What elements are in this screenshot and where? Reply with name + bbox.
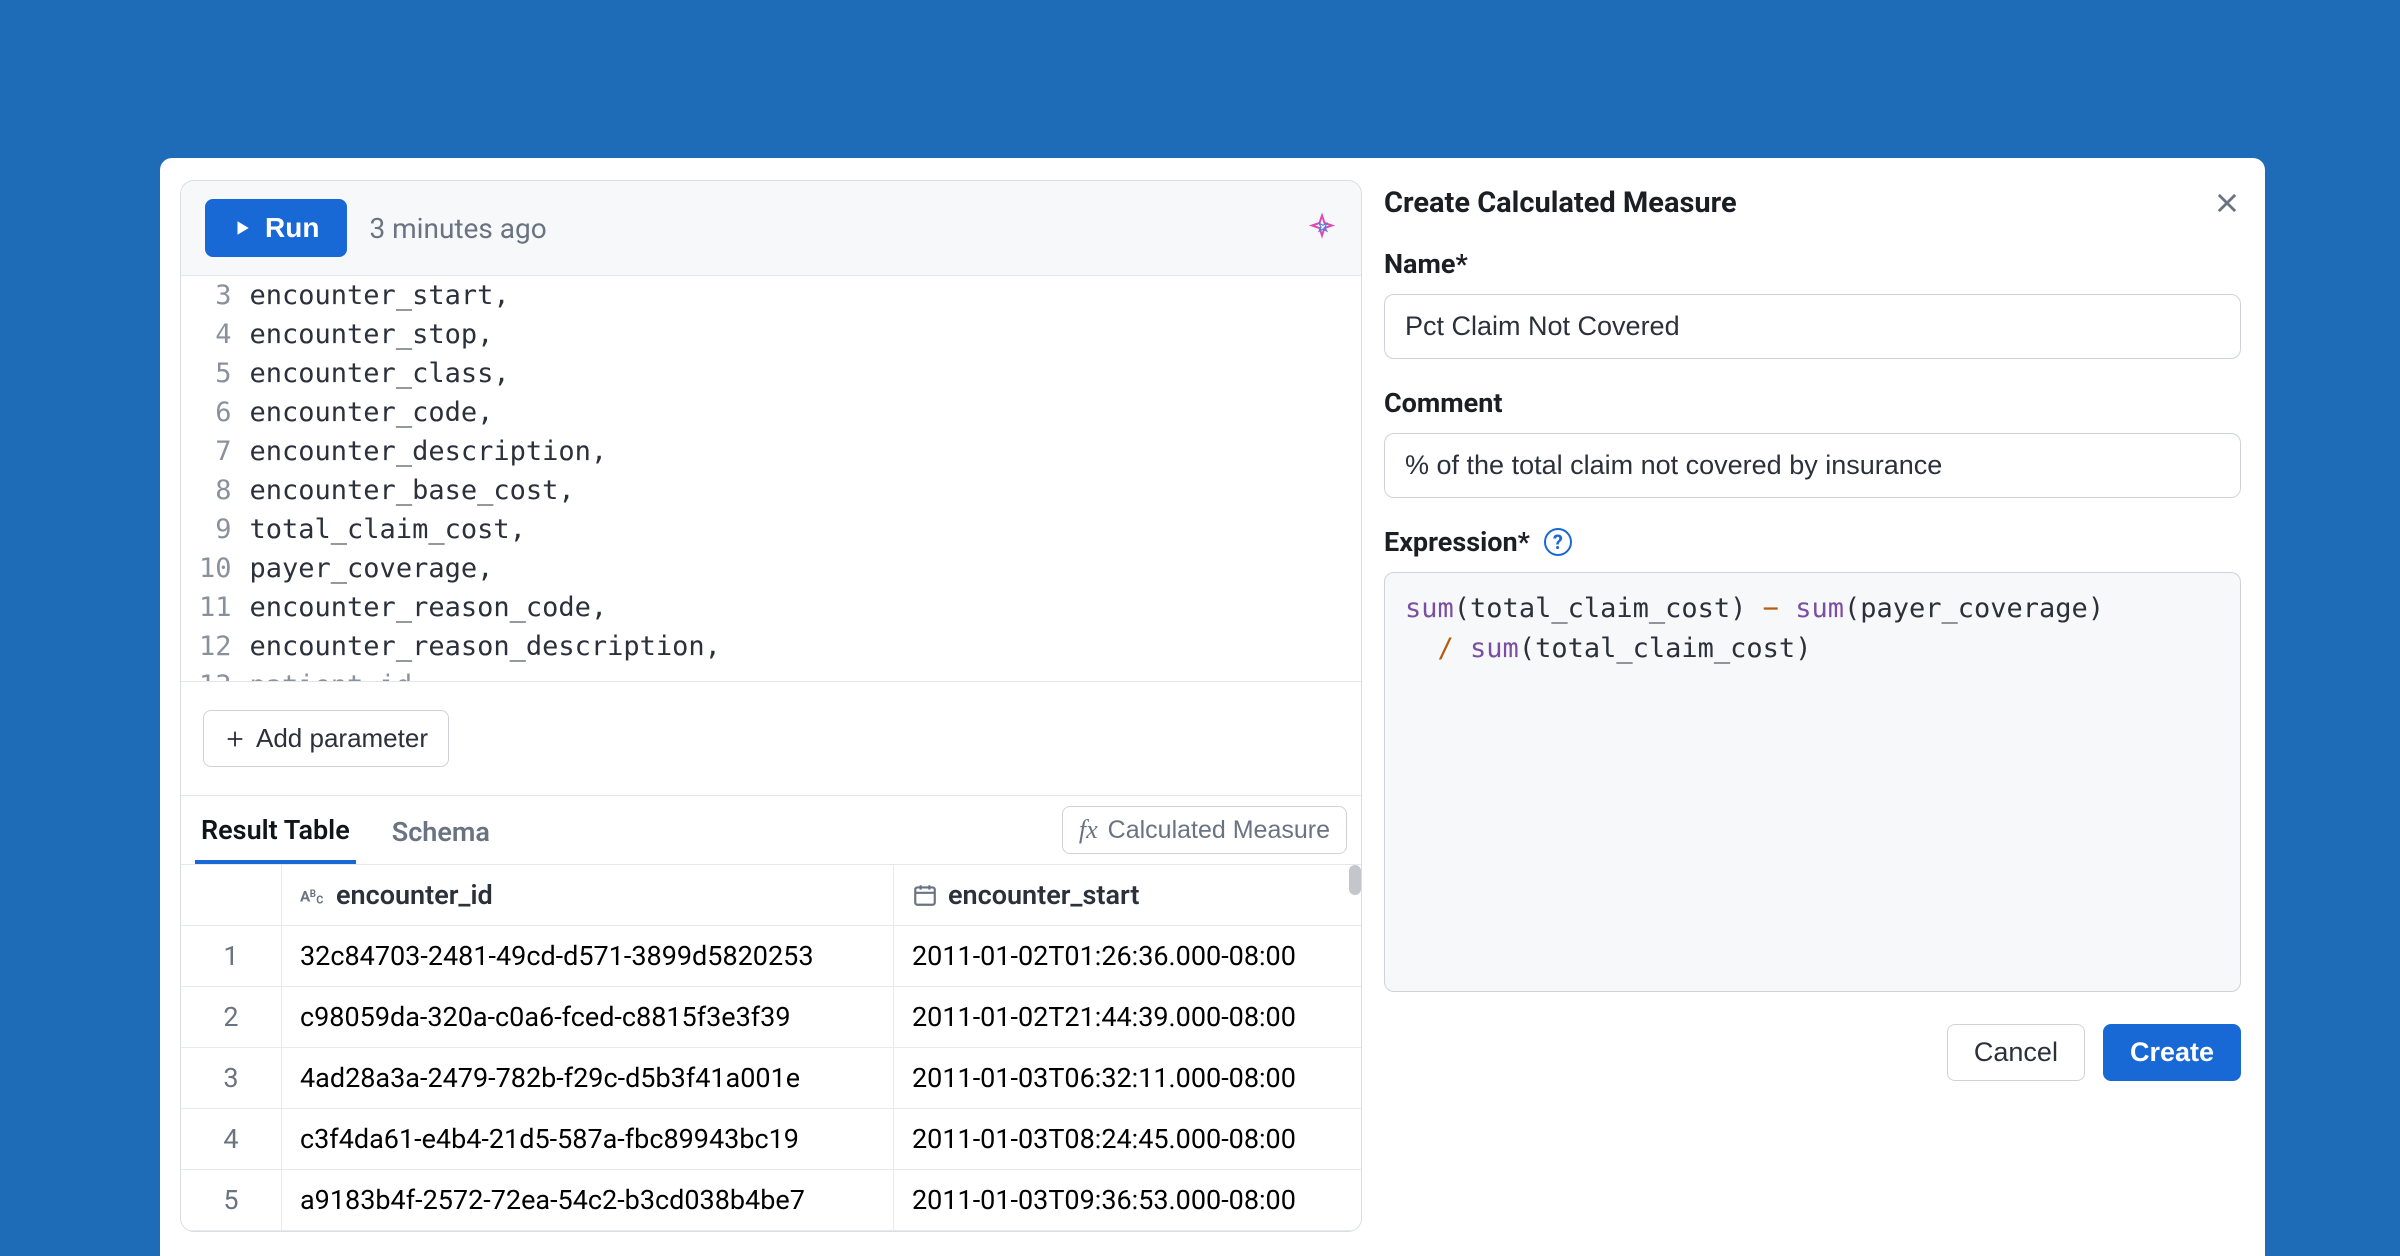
run-label: Run	[265, 212, 319, 244]
calculated-measure-button[interactable]: fx Calculated Measure	[1062, 806, 1347, 854]
app-window: Run 3 minutes ago 345678910111213 encoun…	[160, 158, 2265, 1256]
last-run-timestamp: 3 minutes ago	[369, 212, 546, 245]
tab-result-table[interactable]: Result Table	[195, 796, 356, 864]
play-icon	[233, 219, 251, 237]
editor-card: Run 3 minutes ago 345678910111213 encoun…	[180, 180, 1362, 1232]
help-icon[interactable]: ?	[1544, 528, 1572, 556]
sparkle-icon[interactable]	[1307, 213, 1337, 243]
date-type-icon	[912, 882, 938, 908]
expression-label: Expression* ?	[1384, 526, 2241, 558]
plus-icon	[224, 728, 246, 750]
column-header-encounter-id[interactable]: A B C encounter_id	[281, 865, 893, 926]
result-table: A B C encounter_id encounter_start 132c8…	[181, 864, 1361, 1231]
table-header: A B C encounter_id encounter_start	[181, 865, 1361, 926]
column-header-encounter-start[interactable]: encounter_start	[893, 865, 1361, 926]
calc-measure-label: Calculated Measure	[1108, 816, 1330, 845]
expression-input[interactable]: sum(total_claim_cost) − sum(payer_covera…	[1384, 572, 2241, 992]
name-label: Name*	[1384, 248, 2241, 280]
query-pane: Run 3 minutes ago 345678910111213 encoun…	[180, 180, 1362, 1256]
table-row[interactable]: 2c98059da-320a-c0a6-fced-c8815f3e3f39201…	[181, 987, 1361, 1048]
add-parameter-button[interactable]: Add parameter	[203, 710, 449, 767]
table-row[interactable]: 34ad28a3a-2479-782b-f29c-d5b3f41a001e201…	[181, 1048, 1361, 1109]
cancel-button[interactable]: Cancel	[1947, 1024, 2085, 1081]
fx-icon: fx	[1079, 815, 1098, 845]
panel-footer: Cancel Create	[1384, 1024, 2241, 1081]
comment-label: Comment	[1384, 387, 2241, 419]
table-row[interactable]: 132c84703-2481-49cd-d571-3899d5820253201…	[181, 926, 1361, 987]
table-row[interactable]: 5a9183b4f-2572-72ea-54c2-b3cd038b4be7201…	[181, 1170, 1361, 1231]
add-parameter-label: Add parameter	[256, 723, 428, 754]
table-row[interactable]: 4c3f4da61-e4b4-21d5-587a-fbc89943bc19201…	[181, 1109, 1361, 1170]
svg-text:C: C	[316, 894, 323, 907]
create-button[interactable]: Create	[2103, 1024, 2241, 1081]
result-tabs: Result Table Schema fx Calculated Measur…	[181, 795, 1361, 864]
text-type-icon: A B C	[300, 882, 326, 908]
param-area: Add parameter	[181, 681, 1361, 795]
run-button[interactable]: Run	[205, 199, 347, 257]
svg-text:B: B	[310, 889, 316, 900]
comment-input[interactable]	[1384, 433, 2241, 498]
create-measure-panel: Create Calculated Measure Name* Comment …	[1384, 180, 2245, 1256]
editor-toolbar: Run 3 minutes ago	[181, 181, 1361, 276]
tab-schema[interactable]: Schema	[386, 798, 496, 862]
close-icon[interactable]	[2213, 189, 2241, 217]
panel-title: Create Calculated Measure	[1384, 186, 1737, 220]
name-input[interactable]	[1384, 294, 2241, 359]
scrollbar-thumb[interactable]	[1349, 865, 1361, 895]
code-editor[interactable]: 345678910111213 encounter_start,encounte…	[181, 276, 1361, 681]
